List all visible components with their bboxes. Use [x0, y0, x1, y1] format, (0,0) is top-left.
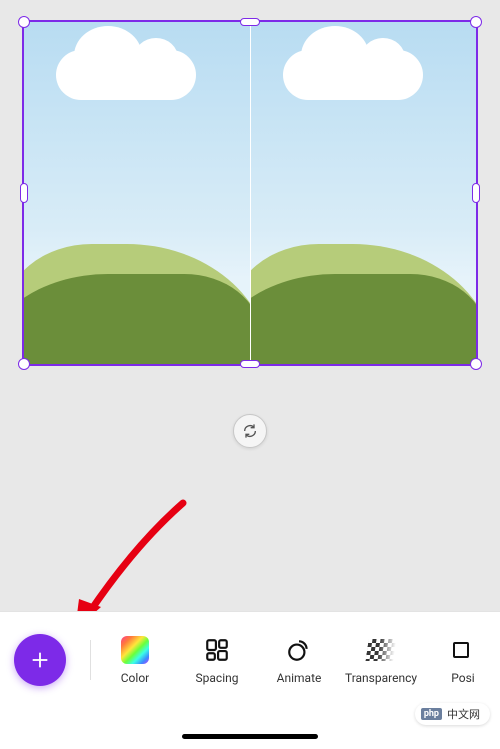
plus-icon [29, 649, 51, 671]
hill-front [251, 274, 477, 364]
watermark-badge: php [421, 708, 442, 720]
spacing-tool[interactable]: Spacing [189, 635, 245, 685]
grid-image-left[interactable] [24, 22, 251, 364]
toolbar-row: Color Spacing [0, 612, 500, 708]
position-icon [451, 638, 475, 662]
resize-handle-top-left[interactable] [18, 16, 30, 28]
bottom-toolbar: Color Spacing [0, 611, 500, 749]
resize-handle-bottom-left[interactable] [18, 358, 30, 370]
resize-handle-right[interactable] [472, 183, 480, 203]
cycle-icon [242, 423, 258, 439]
color-tool[interactable]: Color [107, 635, 163, 685]
add-button[interactable] [14, 634, 66, 686]
watermark: php 中文网 [415, 703, 490, 725]
transparency-tool[interactable]: Transparency [353, 635, 409, 685]
tool-items: Color Spacing [107, 635, 486, 685]
position-label: Posi [451, 671, 474, 685]
color-swatch-icon [121, 636, 149, 664]
transparency-label: Transparency [345, 671, 417, 685]
resize-handle-bottom[interactable] [240, 360, 260, 368]
selection-frame[interactable] [22, 20, 478, 366]
grid-image-right[interactable] [251, 22, 477, 364]
position-tool[interactable]: Posi [435, 635, 486, 685]
resize-handle-bottom-right[interactable] [470, 358, 482, 370]
transparency-icon [365, 639, 396, 661]
animate-icon [286, 637, 312, 663]
resize-handle-top[interactable] [240, 18, 260, 26]
home-indicator[interactable] [182, 734, 318, 739]
hill-front [24, 274, 251, 364]
toolbar-divider [90, 640, 91, 680]
cloud-icon [56, 50, 196, 100]
color-label: Color [121, 671, 149, 685]
canvas-area[interactable] [22, 20, 478, 366]
cloud-icon [283, 50, 423, 100]
spacing-icon [204, 637, 230, 663]
cycle-button[interactable] [233, 414, 267, 448]
resize-handle-left[interactable] [20, 183, 28, 203]
animate-tool[interactable]: Animate [271, 635, 327, 685]
resize-handle-top-right[interactable] [470, 16, 482, 28]
watermark-text: 中文网 [447, 706, 480, 722]
spacing-label: Spacing [196, 671, 239, 685]
animate-label: Animate [277, 671, 322, 685]
